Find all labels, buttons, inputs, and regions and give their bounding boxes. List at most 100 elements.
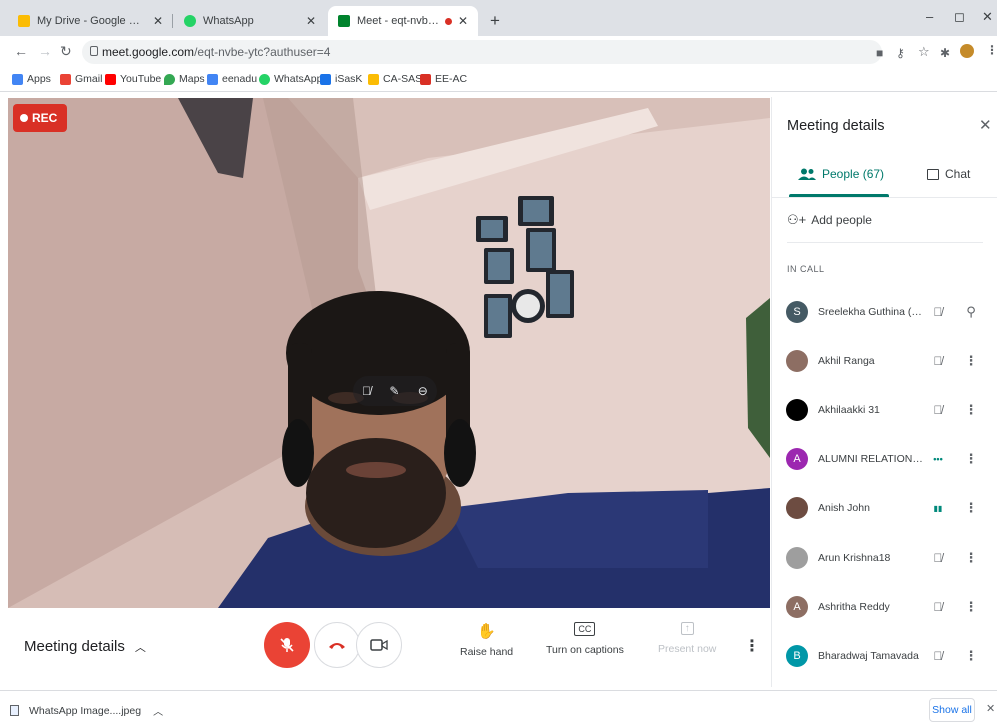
bookmarks-bar: Apps Gmail YouTube Maps eenadu WhatsApp … — [0, 68, 997, 92]
tab-whatsapp[interactable]: WhatsApp ✕ — [174, 6, 326, 36]
captions-button[interactable]: CC Turn on captions — [546, 622, 624, 656]
more-options-icon[interactable]: ⋮ — [744, 636, 760, 656]
back-icon[interactable]: ← — [14, 43, 28, 59]
key-icon[interactable]: ⚷ — [896, 46, 905, 60]
pin-icon[interactable]: ⚲ — [964, 304, 978, 320]
participant-name: Akhil Ranga — [818, 355, 875, 367]
leave-call-button[interactable] — [314, 622, 360, 668]
new-tab-button[interactable]: + — [480, 6, 510, 36]
camera-in-use-icon[interactable]: ■ — [876, 46, 883, 60]
present-now-button[interactable]: ↑ Present now — [658, 622, 716, 655]
participant-avatar — [786, 547, 808, 569]
download-item[interactable]: WhatsApp Image....jpeg ︿ — [10, 703, 163, 718]
bookmark-ee-ac[interactable]: EE-AC — [420, 73, 467, 85]
more-vert-icon[interactable]: ⋮ — [964, 648, 978, 664]
meeting-controls-bar: Meeting details ︿ ✋ Raise hand CC Turn o… — [0, 610, 770, 686]
address-bar[interactable]: meet.google.com/eqt-nvbe-ytc?authuser=4 — [82, 40, 882, 64]
participant-row[interactable]: S Sreelekha Guthina (You) 🎙̸ ⚲ — [786, 297, 991, 327]
bookmark-isask[interactable]: iSasK — [320, 73, 362, 85]
more-vert-icon[interactable]: ⋮ — [964, 353, 978, 369]
isask-icon — [320, 73, 331, 85]
download-shelf: WhatsApp Image....jpeg ︿ Show all ✕ — [0, 690, 997, 727]
browser-menu-icon[interactable]: ⋮ — [986, 43, 997, 57]
close-tab-icon[interactable]: ✕ — [458, 14, 468, 28]
forward-icon[interactable]: → — [38, 43, 52, 59]
participant-name: Arun Krishna18 — [818, 552, 891, 564]
raise-hand-button[interactable]: ✋ Raise hand — [460, 622, 513, 658]
participant-row[interactable]: Akhilaakki 31 🎙̸ ⋮ — [786, 395, 991, 425]
bookmark-ca-sas[interactable]: CA-SAS — [368, 73, 422, 85]
captions-label: Turn on captions — [546, 644, 624, 656]
hang-up-icon — [329, 643, 345, 649]
close-download-shelf-icon[interactable]: ✕ — [986, 702, 995, 715]
recording-dot-icon — [444, 17, 452, 25]
add-people-button[interactable]: ⚇+ Add people — [787, 212, 872, 228]
participant-avatar: A — [786, 596, 808, 618]
tab-chat[interactable]: Chat — [927, 167, 970, 181]
participant-avatar: A — [786, 448, 808, 470]
participant-video-tile[interactable]: REC 🎙̸ ✎ ⊖ — [8, 98, 770, 608]
more-vert-icon[interactable]: ⋮ — [964, 599, 978, 615]
divider — [772, 197, 997, 198]
extensions-icon[interactable]: ✱ — [940, 46, 950, 60]
participant-row[interactable]: Anish John ▮▮ ⋮ — [786, 493, 991, 523]
meeting-details-panel: Meeting details ✕ People (67) Chat ⚇+ Ad… — [771, 97, 997, 687]
camera-toggle-button[interactable] — [356, 622, 402, 668]
remove-icon[interactable]: ⊖ — [418, 384, 428, 398]
more-vert-icon[interactable]: ⋮ — [964, 402, 978, 418]
maximize-icon[interactable]: ◻ — [954, 9, 965, 25]
more-vert-icon[interactable]: ⋮ — [964, 451, 978, 467]
bookmark-gmail[interactable]: Gmail — [60, 73, 102, 85]
profile-avatar[interactable] — [960, 44, 974, 58]
chevron-up-icon[interactable]: ︿ — [153, 703, 163, 718]
bookmark-whatsapp[interactable]: WhatsApp — [259, 73, 322, 85]
pin-icon[interactable]: ✎ — [389, 384, 399, 398]
maps-pin-icon — [164, 73, 175, 85]
tab-title: Meet - eqt-nvbe-ytc — [357, 15, 439, 27]
chat-tab-label: Chat — [945, 167, 971, 181]
close-tab-icon[interactable]: ✕ — [153, 14, 163, 28]
ca-sas-icon — [368, 73, 379, 85]
reload-icon[interactable]: ↻ — [60, 43, 72, 60]
close-panel-icon[interactable]: ✕ — [979, 116, 992, 134]
meeting-details-toggle[interactable]: Meeting details ︿ — [24, 638, 146, 655]
google-drive-icon — [18, 15, 30, 27]
participant-row[interactable]: B Bharadwaj Tamavada 🎙̸ ⋮ — [786, 641, 991, 671]
browser-tab-strip: My Drive - Google Drive ✕ WhatsApp ✕ Mee… — [0, 0, 997, 36]
participant-row[interactable]: Arun Krishna18 🎙̸ ⋮ — [786, 543, 991, 573]
maple-leaf-icon — [420, 73, 431, 85]
star-icon[interactable]: ☆ — [918, 44, 930, 60]
tile-hover-controls: 🎙̸ ✎ ⊖ — [353, 376, 437, 406]
whatsapp-icon — [259, 73, 270, 85]
participant-avatar — [786, 399, 808, 421]
participant-row[interactable]: Akhil Ranga 🎙̸ ⋮ — [786, 346, 991, 376]
url-text: meet.google.com/eqt-nvbe-ytc?authuser=4 — [102, 45, 331, 59]
close-tab-icon[interactable]: ✕ — [306, 14, 316, 28]
participant-avatar: B — [786, 645, 808, 667]
show-all-downloads-button[interactable]: Show all — [929, 698, 975, 722]
microphone-toggle-button[interactable] — [264, 622, 310, 668]
tab-google-drive[interactable]: My Drive - Google Drive ✕ — [8, 6, 173, 36]
closed-captions-icon: CC — [574, 622, 596, 636]
present-screen-icon: ↑ — [680, 622, 694, 635]
close-window-icon[interactable]: ✕ — [982, 9, 993, 25]
more-vert-icon[interactable]: ⋮ — [964, 500, 978, 516]
divider — [787, 242, 983, 243]
bookmark-apps[interactable]: Apps — [12, 73, 51, 85]
browser-toolbar: ← → ↻ meet.google.com/eqt-nvbe-ytc?authu… — [0, 36, 997, 68]
tab-people[interactable]: People (67) — [798, 167, 884, 181]
participant-name: ALUMNI RELATIONS CE... — [818, 453, 926, 465]
participant-row[interactable]: A Ashritha Reddy 🎙̸ ⋮ — [786, 592, 991, 622]
bookmark-eenadu[interactable]: eenadu — [207, 73, 257, 85]
minimize-icon[interactable]: – — [926, 9, 933, 24]
mic-off-icon: 🎙̸ — [933, 354, 943, 368]
more-vert-icon[interactable]: ⋮ — [964, 550, 978, 566]
bookmark-maps[interactable]: Maps — [164, 73, 205, 85]
participant-row[interactable]: A ALUMNI RELATIONS CE... ••• ⋮ — [786, 444, 991, 474]
bookmark-youtube[interactable]: YouTube — [105, 73, 161, 85]
in-call-heading: IN CALL — [787, 264, 825, 274]
tab-google-meet[interactable]: Meet - eqt-nvbe-ytc ✕ — [328, 6, 478, 36]
participant-name: Anish John — [818, 502, 870, 514]
youtube-icon — [105, 73, 116, 85]
chat-icon — [927, 168, 939, 180]
